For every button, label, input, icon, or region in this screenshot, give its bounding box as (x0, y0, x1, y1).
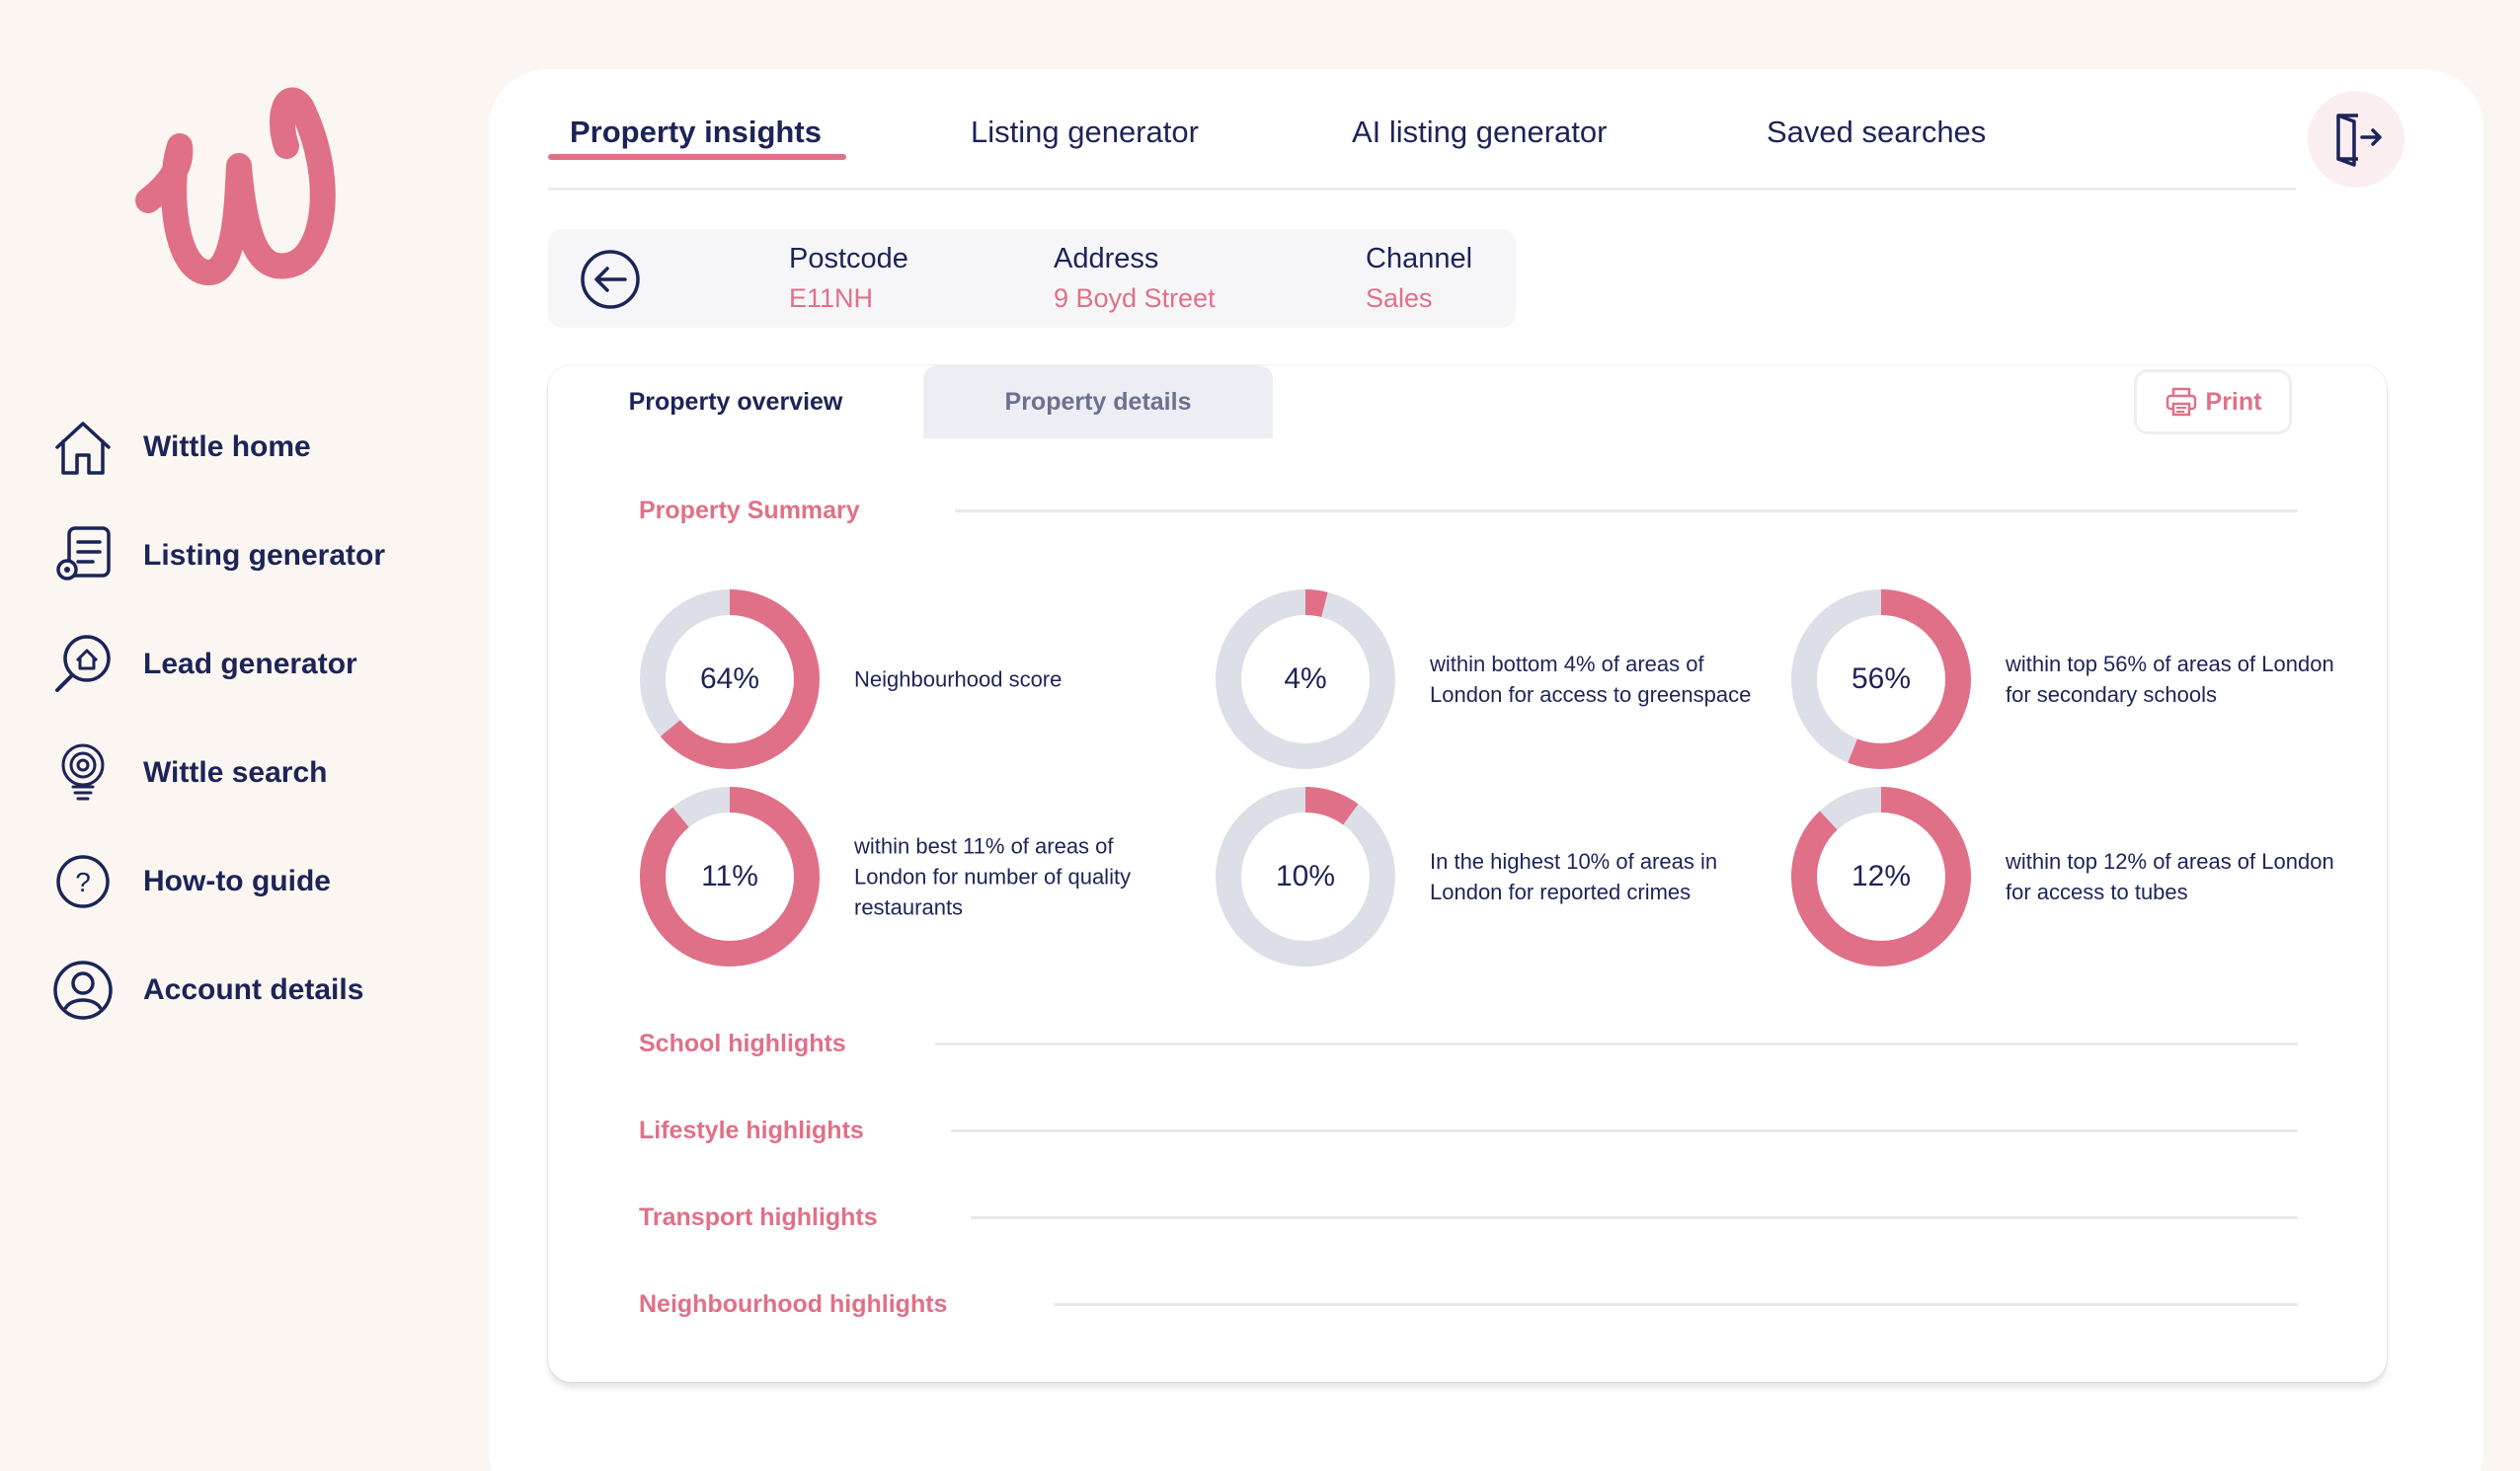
topnav-divider (548, 188, 2296, 191)
section-title: Lifestyle highlights (639, 1116, 864, 1144)
metric-description: In the highest 10% of areas in London fo… (1430, 849, 1718, 904)
metric-percent: 64% (699, 662, 760, 695)
transport-highlights-header[interactable]: Transport highlights (639, 1200, 878, 1234)
postcode-value: E11NH (789, 283, 874, 313)
sidebar-item-label: How-to guide (143, 865, 331, 897)
metric-description: within top 12% of areas of London for ac… (2006, 849, 2334, 904)
sidebar-item-lead-generator[interactable]: Lead generator (49, 632, 385, 697)
sidebar-nav: Wittle home Listing generator Lead gener… (49, 415, 385, 1066)
lifestyle-highlights-header[interactable]: Lifestyle highlights (639, 1114, 864, 1147)
postcode-field: Postcode E11NH (789, 243, 908, 314)
print-label: Print (2205, 387, 2262, 416)
metric-description: Neighbourhood score (854, 666, 1063, 692)
back-button[interactable] (580, 249, 641, 310)
metric-restaurants: 11% within best 11% of areas of London f… (639, 786, 1192, 968)
user-circle-icon (49, 958, 117, 1023)
tab-ai-listing-generator[interactable]: AI listing generator (1352, 115, 1607, 150)
metric-neighbourhood-score: 64% Neighbourhood score (639, 588, 1192, 770)
section-divider (971, 1216, 2298, 1219)
wittle-logo (135, 87, 336, 285)
metric-percent: 10% (1275, 860, 1336, 892)
metric-secondary-schools: 56% within top 56% of areas of London fo… (1790, 588, 2343, 770)
property-overview-card: Property overview Property details Print… (548, 365, 2387, 1382)
channel-field: Channel Sales (1366, 243, 1472, 314)
tab-property-insights[interactable]: Property insights (570, 115, 822, 150)
question-circle-icon: ? (49, 849, 117, 914)
metric-percent: 4% (1284, 662, 1327, 695)
property-summary-header: Property Summary (639, 494, 860, 527)
sidebar-item-account-details[interactable]: Account details (49, 958, 385, 1023)
printer-icon (2166, 387, 2196, 417)
address-value: 9 Boyd Street (1054, 283, 1216, 313)
metric-description: within bottom 4% of areas of London for … (1430, 652, 1752, 707)
tab-listing-generator[interactable]: Listing generator (971, 115, 1199, 150)
section-divider (955, 509, 2298, 512)
arrow-left-icon (581, 250, 640, 309)
main-panel: Property insights Listing generator AI l… (489, 69, 2483, 1471)
section-title: Neighbourhood highlights (639, 1289, 948, 1318)
tab-property-details[interactable]: Property details (923, 365, 1273, 438)
print-button[interactable]: Print (2134, 369, 2292, 434)
sidebar-item-wittle-search[interactable]: Wittle search (49, 740, 385, 806)
sidebar-item-label: Lead generator (143, 648, 357, 680)
tab-saved-searches[interactable]: Saved searches (1767, 115, 1986, 150)
section-title: School highlights (639, 1029, 846, 1057)
section-title: Transport highlights (639, 1202, 878, 1231)
svg-text:?: ? (75, 867, 91, 897)
postcode-label: Postcode (789, 243, 908, 274)
metric-crimes: 10% In the highest 10% of areas in Londo… (1215, 786, 1768, 968)
section-title: Property Summary (639, 496, 860, 524)
metric-description: within top 56% of areas of London for se… (2006, 652, 2334, 707)
house-search-icon (49, 632, 117, 697)
active-tab-indicator (548, 154, 846, 160)
listing-doc-icon (49, 523, 117, 588)
metric-description: within best 11% of areas of London for n… (854, 833, 1132, 920)
address-field: Address 9 Boyd Street (1054, 243, 1216, 314)
sidebar-item-label: Listing generator (143, 539, 386, 572)
sidebar-item-label: Account details (143, 973, 364, 1006)
neighbourhood-highlights-header[interactable]: Neighbourhood highlights (639, 1287, 947, 1321)
metric-percent: 56% (1851, 662, 1912, 695)
section-divider (951, 1129, 2298, 1132)
property-info-bar: Postcode E11NH Address 9 Boyd Street Cha… (548, 229, 1516, 328)
sidebar-item-how-to-guide[interactable]: ? How-to guide (49, 849, 385, 914)
metric-greenspace: 4% within bottom 4% of areas of London f… (1215, 588, 1768, 770)
metric-percent: 11% (701, 860, 758, 892)
sidebar-item-listing-generator[interactable]: Listing generator (49, 523, 385, 588)
bulb-target-icon (49, 740, 117, 806)
sidebar-item-label: Wittle search (143, 756, 328, 789)
section-divider (1054, 1303, 2298, 1306)
logout-icon (2328, 108, 2384, 172)
home-icon (49, 415, 117, 480)
address-label: Address (1054, 243, 1159, 274)
sidebar-item-wittle-home[interactable]: Wittle home (49, 415, 385, 480)
logout-button[interactable] (2308, 91, 2404, 188)
metric-percent: 12% (1851, 860, 1912, 892)
channel-value: Sales (1366, 283, 1433, 313)
sidebar-item-label: Wittle home (143, 430, 311, 463)
section-divider (935, 1043, 2298, 1045)
metric-tubes: 12% within top 12% of areas of London fo… (1790, 786, 2343, 968)
channel-label: Channel (1366, 243, 1473, 274)
school-highlights-header[interactable]: School highlights (639, 1027, 846, 1060)
tab-property-overview[interactable]: Property overview (588, 365, 884, 438)
